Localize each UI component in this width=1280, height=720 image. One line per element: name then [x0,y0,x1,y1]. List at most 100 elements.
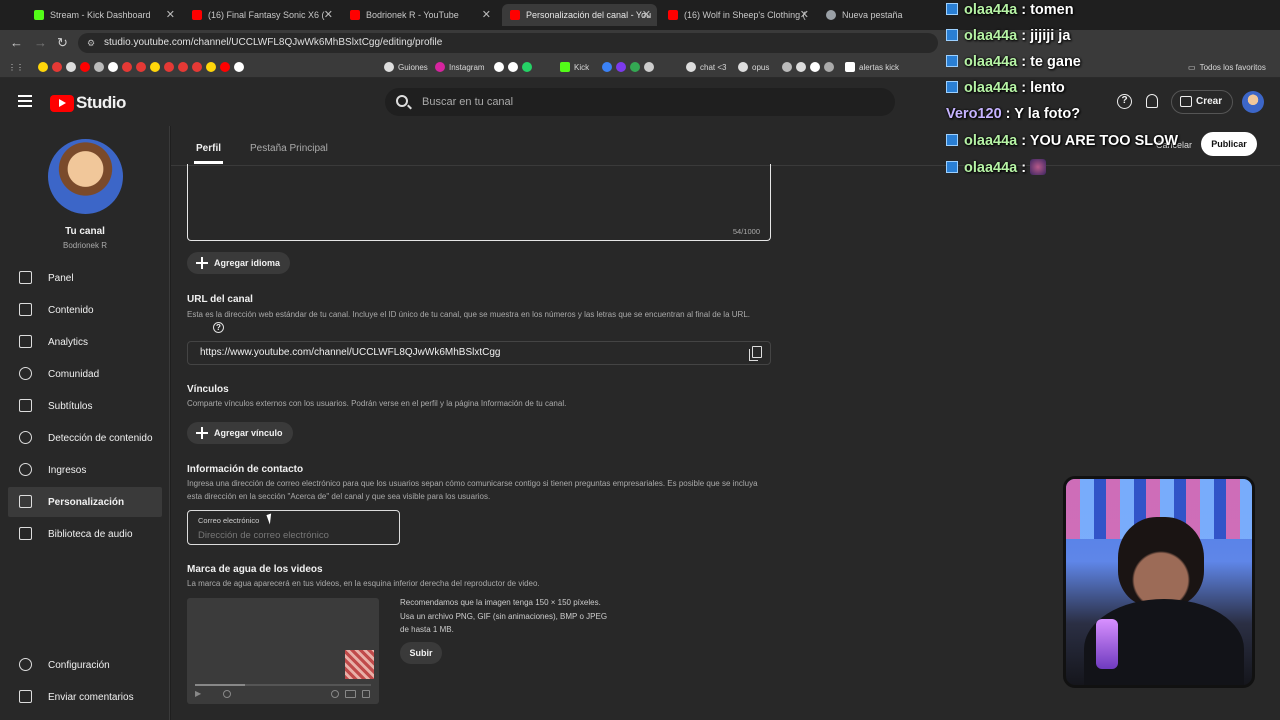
copy-icon[interactable] [749,346,762,361]
help-icon[interactable]: ? [213,322,224,333]
sidebar-item-contenido[interactable]: Contenido [8,295,162,325]
sidebar-item-deteccion[interactable]: Detección de contenido [8,423,162,453]
hamburger-menu-icon[interactable] [18,95,32,107]
chat-message: olaa44a : lento [946,80,1065,96]
browser-tab[interactable]: (16) Wolf in Sheep's Clothing (✕ [660,4,815,26]
create-video-icon [1180,96,1192,107]
youtube-icon [350,10,360,20]
email-label: Correo electrónico [198,516,260,525]
chat-message: olaa44a : jijiji ja [946,28,1070,44]
bookmark-icons-row-2 [494,60,536,74]
upload-button[interactable]: Subir [400,642,442,664]
bookmarks-bar: ⋮⋮ Guiones Instagram Kick chat <3 opus a… [0,56,1280,78]
all-bookmarks[interactable]: ▭ Todos los favoritos [1188,60,1266,74]
contact-section-title: Información de contacto [187,464,304,475]
bookmark-opus[interactable]: opus [738,60,769,74]
sidebar-item-subtitulos[interactable]: Subtítulos [8,391,162,421]
bookmark-icons-row-4 [782,60,838,74]
close-tab-icon[interactable]: ✕ [642,8,651,21]
kick-badge-icon [946,134,958,146]
fullscreen-icon [362,690,370,698]
sidebar-item-personalizacion[interactable]: Personalización [8,487,162,517]
add-link-button[interactable]: Agregar vínculo [187,422,293,444]
watermark-recommendation: Recomendamos que la imagen tenga 150 × 1… [400,598,608,634]
plus-icon [196,427,208,439]
search-input[interactable]: Buscar en tu canal [385,88,895,116]
notifications-icon[interactable] [1146,94,1158,108]
url-section-title: URL del canal [187,294,253,305]
contact-section-desc: Ingresa una dirección de correo electrón… [187,479,758,501]
youtube-icon [192,10,202,20]
watermark-section-title: Marca de agua de los videos [187,564,323,575]
browser-tab[interactable]: Stream - Kick Dashboard ✕ [26,4,181,26]
url-section-desc: Esta es la dirección web estándar de tu … [187,310,750,319]
chat-message: olaa44a : tomen [946,2,1074,18]
emote-icon [1030,159,1047,175]
add-language-button[interactable]: Agregar idioma [187,252,291,274]
youtube-studio-logo[interactable]: Studio [50,93,126,113]
email-input[interactable] [198,530,388,541]
youtube-play-icon [50,94,74,112]
tab-pestana-principal[interactable]: Pestaña Principal [250,143,328,154]
play-icon: ▶ [195,689,202,698]
description-counter: 54/1000 [732,227,760,236]
close-tab-icon[interactable]: ✕ [324,8,333,21]
webcam-overlay [1063,476,1255,688]
kick-badge-icon [946,3,958,15]
money-icon [19,463,32,476]
address-bar[interactable]: ⚙ studio.youtube.com/channel/UCCLWFL8QJw… [78,33,938,53]
links-section-desc: Comparte vínculos externos con los usuar… [187,399,567,408]
tab-perfil[interactable]: Perfil [193,143,224,164]
watermark-image [345,650,374,679]
sidebar-item-comunidad[interactable]: Comunidad [8,359,162,389]
youtube-icon [668,10,678,20]
streamer-head [1118,517,1204,607]
bookmark-alertas-kick[interactable]: alertas kick [845,60,899,74]
sidebar-item-biblioteca-audio[interactable]: Biblioteca de audio [8,519,162,549]
search-icon [396,95,408,107]
volume-icon [223,690,231,698]
audio-library-icon [19,527,32,540]
sidebar-item-ingresos[interactable]: Ingresos [8,455,162,485]
browser-tab-bar: Stream - Kick Dashboard ✕ (16) Final Fant… [0,0,1280,30]
email-field[interactable]: Correo electrónico [187,510,400,545]
theater-icon [345,690,356,698]
studio-header: Studio Buscar en tu canal [0,78,1280,126]
kick-badge-icon [946,55,958,67]
account-avatar[interactable] [1242,91,1264,113]
community-icon [19,367,32,380]
sidebar-item-enviar-comentarios[interactable]: Enviar comentarios [8,682,162,712]
browser-tab[interactable]: Nueva pestaña [818,4,928,26]
sidebar-item-panel[interactable]: Panel [8,263,162,293]
apps-icon[interactable]: ⋮⋮ [8,60,24,74]
publish-button[interactable]: Publicar [1201,132,1257,156]
channel-avatar[interactable] [48,139,123,214]
youtube-icon [510,10,520,20]
sidebar-item-analytics[interactable]: Analytics [8,327,162,357]
close-tab-icon[interactable]: ✕ [800,8,809,21]
bookmark-kick[interactable]: Kick [560,60,589,74]
back-icon[interactable]: ← [10,35,23,50]
bookmark-instagram[interactable]: Instagram [435,60,485,74]
plus-icon [196,257,208,269]
browser-tab[interactable]: (16) Final Fantasy Sonic X6 (✕ [184,4,339,26]
close-tab-icon[interactable]: ✕ [482,8,491,21]
site-info-icon[interactable]: ⚙ [87,33,95,53]
browser-tab[interactable]: Bodrionek R - YouTube ✕ [342,4,497,26]
bookmark-chat[interactable]: chat <3 [686,60,726,74]
microphone [1096,619,1118,669]
create-button[interactable]: Crear [1171,90,1234,114]
sidebar-item-configuracion[interactable]: Configuración [8,650,162,680]
description-textarea[interactable]: 54/1000 [187,164,771,241]
reload-icon[interactable]: ↻ [57,35,68,51]
browser-tab-active[interactable]: Personalización del canal - You ✕ [502,4,657,26]
address-bar-row: ← → ↻ ⚙ studio.youtube.com/channel/UCCLW… [0,30,1280,56]
analytics-icon [19,335,32,348]
bookmark-guiones[interactable]: Guiones [384,60,428,74]
forward-icon[interactable]: → [34,35,47,50]
kick-icon [34,10,44,20]
close-tab-icon[interactable]: ✕ [166,8,175,21]
help-icon[interactable]: ? [1117,94,1132,109]
watermark-section-desc: La marca de agua aparecerá en tus videos… [187,579,540,588]
customization-icon [19,495,32,508]
